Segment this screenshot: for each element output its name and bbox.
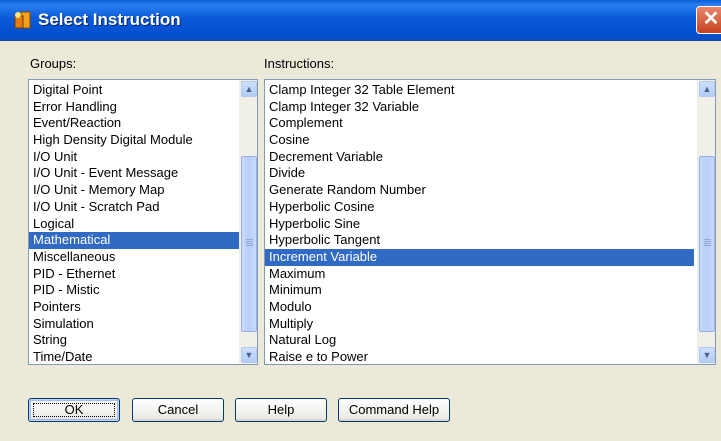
group-list-item[interactable]: I/O Unit - Scratch Pad [29,199,241,216]
instruction-list-item[interactable]: Complement [265,115,694,132]
instruction-list-item[interactable]: Minimum [265,282,694,299]
group-list-item[interactable]: Mathematical [29,232,241,249]
group-list-item[interactable]: Logical [29,216,241,233]
instruction-list-item[interactable]: Clamp Integer 32 Table Element [265,82,694,99]
instruction-list-item[interactable]: Raise e to Power [265,349,694,364]
instruction-list-item[interactable]: Multiply [265,316,694,333]
instruction-list-item[interactable]: Decrement Variable [265,149,694,166]
group-list-item[interactable]: PID - Mistic [29,282,241,299]
groups-scroll-thumb[interactable] [241,156,257,332]
instruction-list-item[interactable]: Clamp Integer 32 Variable [265,99,694,116]
scroll-up-icon[interactable]: ▲ [699,81,715,97]
cancel-button[interactable]: Cancel [132,398,224,422]
group-list-item[interactable]: Simulation [29,316,241,333]
help-button[interactable]: Help [235,398,327,422]
group-list-item[interactable]: String [29,332,241,349]
instruction-list-item[interactable]: Hyperbolic Tangent [265,232,694,249]
instruction-list-item[interactable]: Hyperbolic Sine [265,216,694,233]
groups-listbox[interactable]: Digital Point Error Handling Event/Reactio… [28,79,258,365]
groups-scrollbar[interactable]: ▲ ▼ [239,80,257,364]
group-list-item[interactable]: Digital Point [29,82,241,99]
instruction-list-item[interactable]: Increment Variable [265,248,694,266]
instruction-list-item[interactable]: Maximum [265,266,694,283]
instruction-list-item[interactable]: Natural Log [265,332,694,349]
instructions-label: Instructions: [264,56,335,71]
group-list-item[interactable]: PID - Ethernet [29,266,241,283]
instruction-list-item[interactable]: Generate Random Number [265,182,694,199]
instruction-list-item[interactable]: Divide [265,165,694,182]
select-instruction-dialog: Select Instruction ✕ Groups: Instruction… [0,0,721,441]
group-list-item[interactable]: I/O Unit [29,149,241,166]
group-list-item[interactable]: I/O Unit - Event Message [29,165,241,182]
window-title: Select Instruction [38,10,181,29]
group-list-item[interactable]: I/O Unit - Memory Map [29,182,241,199]
groups-label: Groups: [30,56,77,71]
close-button[interactable]: ✕ [696,6,721,34]
group-list-item[interactable]: Time/Date [29,349,241,364]
instructions-scrollbar[interactable]: ▲ ▼ [697,80,715,364]
instruction-list-item[interactable]: Cosine [265,132,694,149]
scroll-down-icon[interactable]: ▼ [699,347,715,363]
group-list-item[interactable]: Pointers [29,299,241,316]
instructions-listbox[interactable]: Clamp Integer 32 Table Element Clamp Inte… [264,79,716,365]
group-list-item[interactable]: Error Handling [29,99,241,116]
ok-button[interactable]: OK [28,398,120,422]
group-list-item[interactable]: Event/Reaction [29,115,241,132]
command-help-button[interactable]: Command Help [338,398,450,422]
group-list-item[interactable]: High Density Digital Module [29,132,241,149]
group-list-item[interactable]: Miscellaneous [29,249,241,266]
scroll-down-icon[interactable]: ▼ [241,347,257,363]
title-bar[interactable]: Select Instruction ✕ [0,0,721,41]
scroll-up-icon[interactable]: ▲ [241,81,257,97]
instruction-list-item[interactable]: Modulo [265,299,694,316]
close-icon: ✕ [702,8,720,30]
instruction-list-item[interactable]: Hyperbolic Cosine [265,199,694,216]
app-icon [14,11,31,29]
instructions-scroll-thumb[interactable] [699,156,715,332]
